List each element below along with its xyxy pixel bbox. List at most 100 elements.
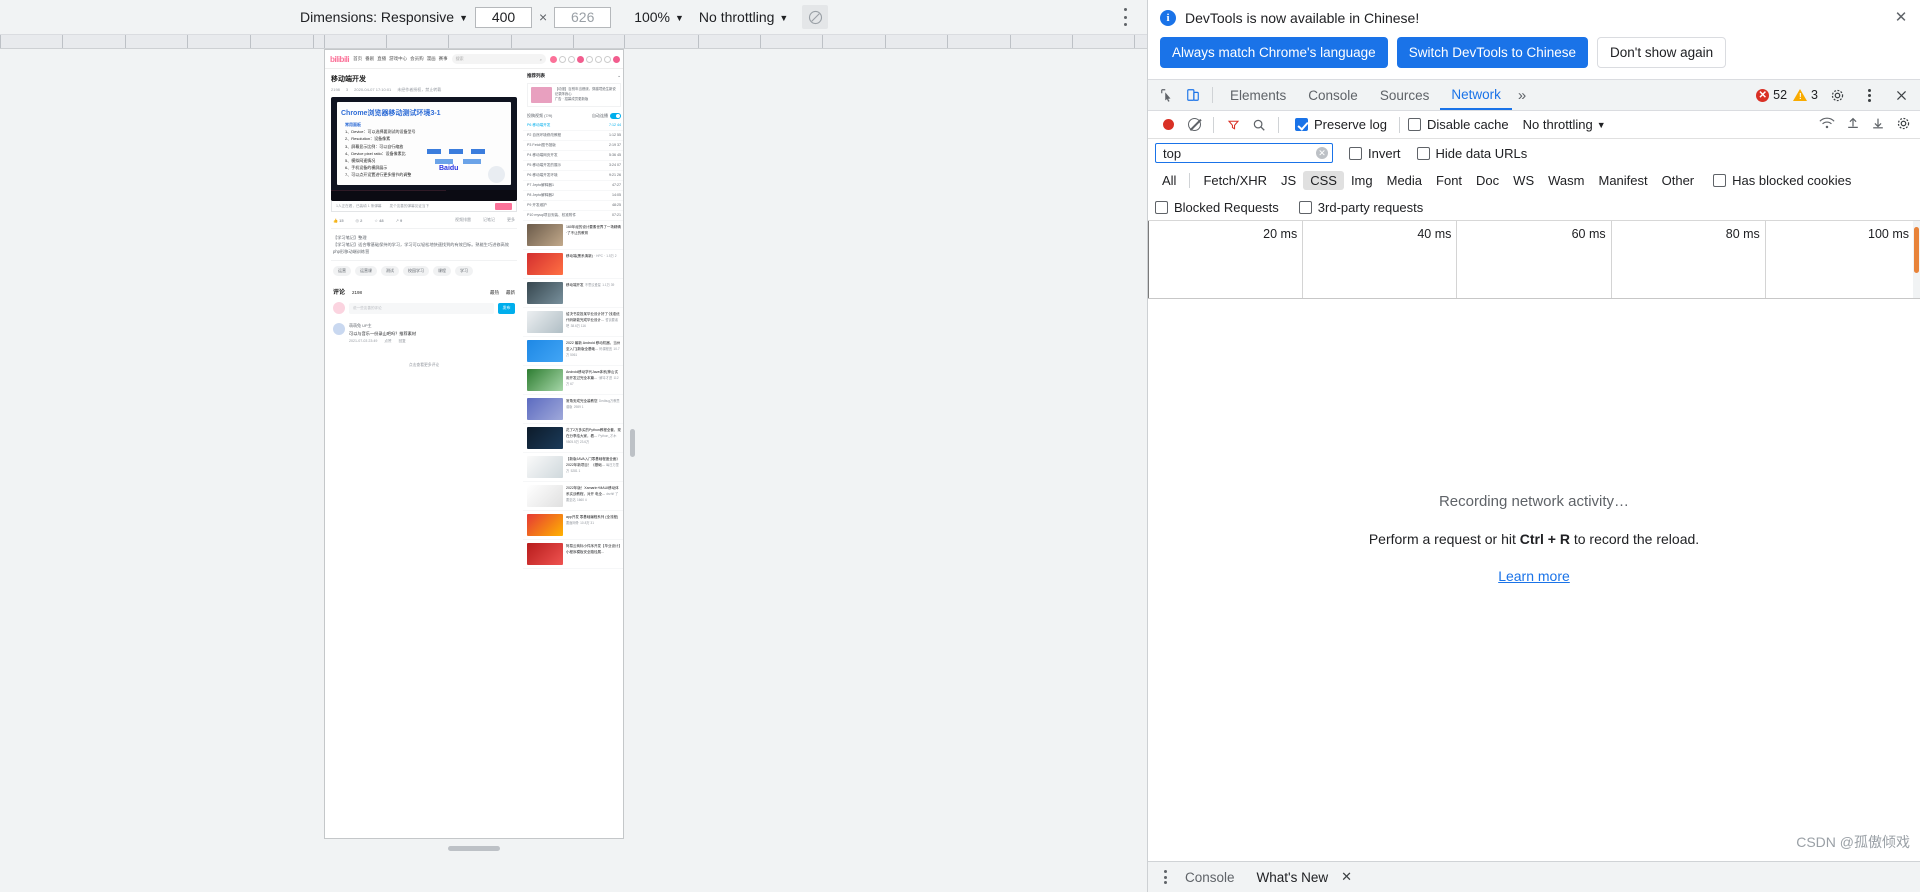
bell-icon[interactable] <box>559 55 566 63</box>
tag[interactable]: 运营 <box>333 266 351 276</box>
resize-handle-right[interactable] <box>630 429 635 457</box>
history-icon[interactable] <box>595 55 602 63</box>
throttling-dropdown[interactable]: No throttling ▼ <box>1523 117 1606 132</box>
more-vertical-icon[interactable] <box>1856 83 1882 107</box>
network-timeline-ruler[interactable]: 20 ms 40 ms 60 ms 80 ms 100 ms <box>1148 221 1920 299</box>
close-icon[interactable] <box>613 55 620 63</box>
always-match-language-button[interactable]: Always match Chrome's language <box>1160 37 1388 68</box>
device-viewport[interactable]: bilibili 首页 番剧 直播 游戏中心 会员购 漫画 赛事 搜索 ⌕ 移动… <box>324 49 624 839</box>
has-blocked-cookies-checkbox[interactable]: Has blocked cookies <box>1713 173 1851 188</box>
switch-devtools-language-button[interactable]: Switch DevTools to Chinese <box>1396 37 1589 68</box>
chevron-double-right-icon[interactable]: » <box>1512 87 1532 104</box>
learn-more-link[interactable]: Learn more <box>1498 568 1570 584</box>
type-filter-doc[interactable]: Doc <box>1469 171 1506 190</box>
player-controls[interactable] <box>331 190 517 201</box>
tab-sources[interactable]: Sources <box>1369 80 1441 110</box>
danmaku-input[interactable]: 发个友善的弹幕见证当下 <box>390 204 487 209</box>
drawer-tab-whats-new[interactable]: What's New <box>1246 870 1340 885</box>
danmaku-send-button[interactable] <box>495 202 512 210</box>
checkbox[interactable] <box>1155 200 1168 214</box>
width-input[interactable]: 400 <box>475 6 532 28</box>
episode-item[interactable]: P2 自然环境修改教程 1:12 55 <box>523 131 623 141</box>
throttling-dropdown[interactable]: No throttling ▼ <box>699 9 788 25</box>
zoom-dropdown[interactable]: 100% ▼ <box>634 9 684 25</box>
inspect-cursor-icon[interactable] <box>1154 83 1180 107</box>
nav-item[interactable]: 赛事 <box>439 56 448 62</box>
checkbox[interactable] <box>1416 146 1430 160</box>
episode-item[interactable]: P4 移动端网页开发 5:36 45 <box>523 151 623 161</box>
list-item[interactable]: Android移动学代Java体系[神山试用开发过完全本篇... ·解毒才进 1… <box>523 366 623 395</box>
gear-icon[interactable] <box>1824 83 1850 107</box>
export-har-icon[interactable] <box>1871 116 1885 133</box>
nav-item[interactable]: 直播 <box>377 56 386 62</box>
preserve-log-checkbox[interactable]: Preserve log <box>1295 117 1387 132</box>
comment-send-button[interactable]: 发布 <box>498 302 515 314</box>
list-item[interactable]: 移动端(黑系清新) · HPC · 1.5万 2 <box>523 250 623 279</box>
disable-cache-checkbox[interactable]: Disable cache <box>1407 117 1509 132</box>
rail-tab-label[interactable]: 推荐列表 <box>527 73 545 79</box>
tab-console[interactable]: Console <box>1297 80 1369 110</box>
tag[interactable]: 运营课 <box>355 266 377 276</box>
resize-handle-bottom[interactable] <box>448 846 500 851</box>
clear-icon[interactable] <box>1181 113 1207 137</box>
close-icon[interactable] <box>1888 83 1914 107</box>
bilibili-nav[interactable]: 首页 番剧 直播 游戏中心 会员购 漫画 赛事 <box>353 56 448 62</box>
filter-icon[interactable] <box>1220 113 1246 137</box>
like-button[interactable]: 👍 15 <box>333 218 344 223</box>
more-button[interactable]: 更多 <box>507 217 515 223</box>
episode-item[interactable]: P6 移动端开发 7:12 44 <box>523 121 623 131</box>
type-filter-img[interactable]: Img <box>1344 171 1380 190</box>
import-har-icon[interactable] <box>1846 116 1860 133</box>
nav-item[interactable]: 首页 <box>353 56 362 62</box>
type-filter-manifest[interactable]: Manifest <box>1591 171 1654 190</box>
network-conditions-icon[interactable] <box>1819 116 1835 133</box>
type-filter-js[interactable]: JS <box>1274 171 1303 190</box>
warning-badge[interactable]: ! 3 <box>1793 88 1818 102</box>
episode-item[interactable]: P3 Fetch图书馆版 2:19 37 <box>523 141 623 151</box>
list-item[interactable]: 阿易云商标小件序开发【毕业设计】小程序模板安全路径展... <box>523 540 623 569</box>
more-comments-link[interactable]: 点击查看更多评论 <box>331 351 517 380</box>
checkbox[interactable] <box>1298 200 1312 214</box>
search-icon[interactable] <box>1246 113 1272 137</box>
ad-card[interactable]: 【动漫】百别年当燃烧，穿越境绝生新说记录阵我心 广告 · 招募成员更新版 <box>527 83 621 107</box>
type-filter-ws[interactable]: WS <box>1506 171 1541 190</box>
list-item[interactable]: app开发 零基础编程系列 (全流程) 要面网骨 10.8万 31 <box>523 511 623 540</box>
type-filter-fetchxhr[interactable]: Fetch/XHR <box>1196 171 1274 190</box>
report-button[interactable]: 视频排雷 <box>455 217 471 223</box>
video-player[interactable]: Chrome浏览器移动测试环境3-1 常用面板 1、Device：可以选择要测试… <box>331 97 517 201</box>
comment-like[interactable]: 点赞 <box>384 339 391 343</box>
nav-item[interactable]: 会员购 <box>410 56 424 62</box>
dont-show-again-button[interactable]: Don't show again <box>1597 37 1727 68</box>
invert-checkbox[interactable]: Invert <box>1349 146 1401 161</box>
list-item[interactable]: 给决书变投某毕业设计好了·找准优代码新能完成毕业设计... 哲谈要者吧 38.6… <box>523 308 623 337</box>
device-toolbar-icon[interactable] <box>1180 83 1206 107</box>
list-item[interactable]: 常角安成完全装教您 Dedbug万教思谱版 2989 1 <box>523 395 623 424</box>
record-icon[interactable] <box>1155 113 1181 137</box>
star-icon[interactable] <box>586 55 593 63</box>
list-item[interactable]: 【新版JAVA入门零基础程度全面》2022年新项目！《基础... 每日万里万 5… <box>523 453 623 482</box>
type-filter-other[interactable]: Other <box>1655 171 1702 190</box>
comment-input[interactable]: 说一些友善的评论 <box>349 302 494 314</box>
list-item[interactable]: 移动端开发 不思议爱星 1.1万 39 <box>523 279 623 308</box>
list-item[interactable]: 160年经的设计要素世界了一场精确·了不让的教育 <box>523 221 623 250</box>
more-vertical-icon[interactable] <box>1156 868 1174 886</box>
checkbox[interactable] <box>1349 146 1362 160</box>
checkbox[interactable] <box>1713 174 1727 187</box>
timeline-scrollbar[interactable] <box>1913 221 1920 298</box>
drawer-tab-console[interactable]: Console <box>1174 870 1246 885</box>
type-filter-font[interactable]: Font <box>1429 171 1469 190</box>
nav-item[interactable]: 番剧 <box>365 56 374 62</box>
tag[interactable]: 测试 <box>381 266 399 276</box>
tab-elements[interactable]: Elements <box>1219 80 1297 110</box>
rotate-icon[interactable] <box>802 5 829 29</box>
close-icon[interactable]: ✕ <box>1341 869 1352 885</box>
checkbox[interactable] <box>1295 118 1308 131</box>
filter-input[interactable] <box>1163 145 1303 161</box>
bilibili-search-input[interactable]: 搜索 ⌕ <box>451 54 546 64</box>
episode-item[interactable]: P6 移动端开发环境 9:21 26 <box>523 171 623 181</box>
more-vertical-icon[interactable] <box>1117 8 1133 26</box>
sort-hot[interactable]: 最热 <box>490 290 499 296</box>
filter-input-wrapper[interactable]: ✕ <box>1155 143 1333 163</box>
third-party-requests-checkbox[interactable]: 3rd-party requests <box>1298 200 1423 215</box>
nav-item[interactable]: 漫画 <box>427 56 436 62</box>
